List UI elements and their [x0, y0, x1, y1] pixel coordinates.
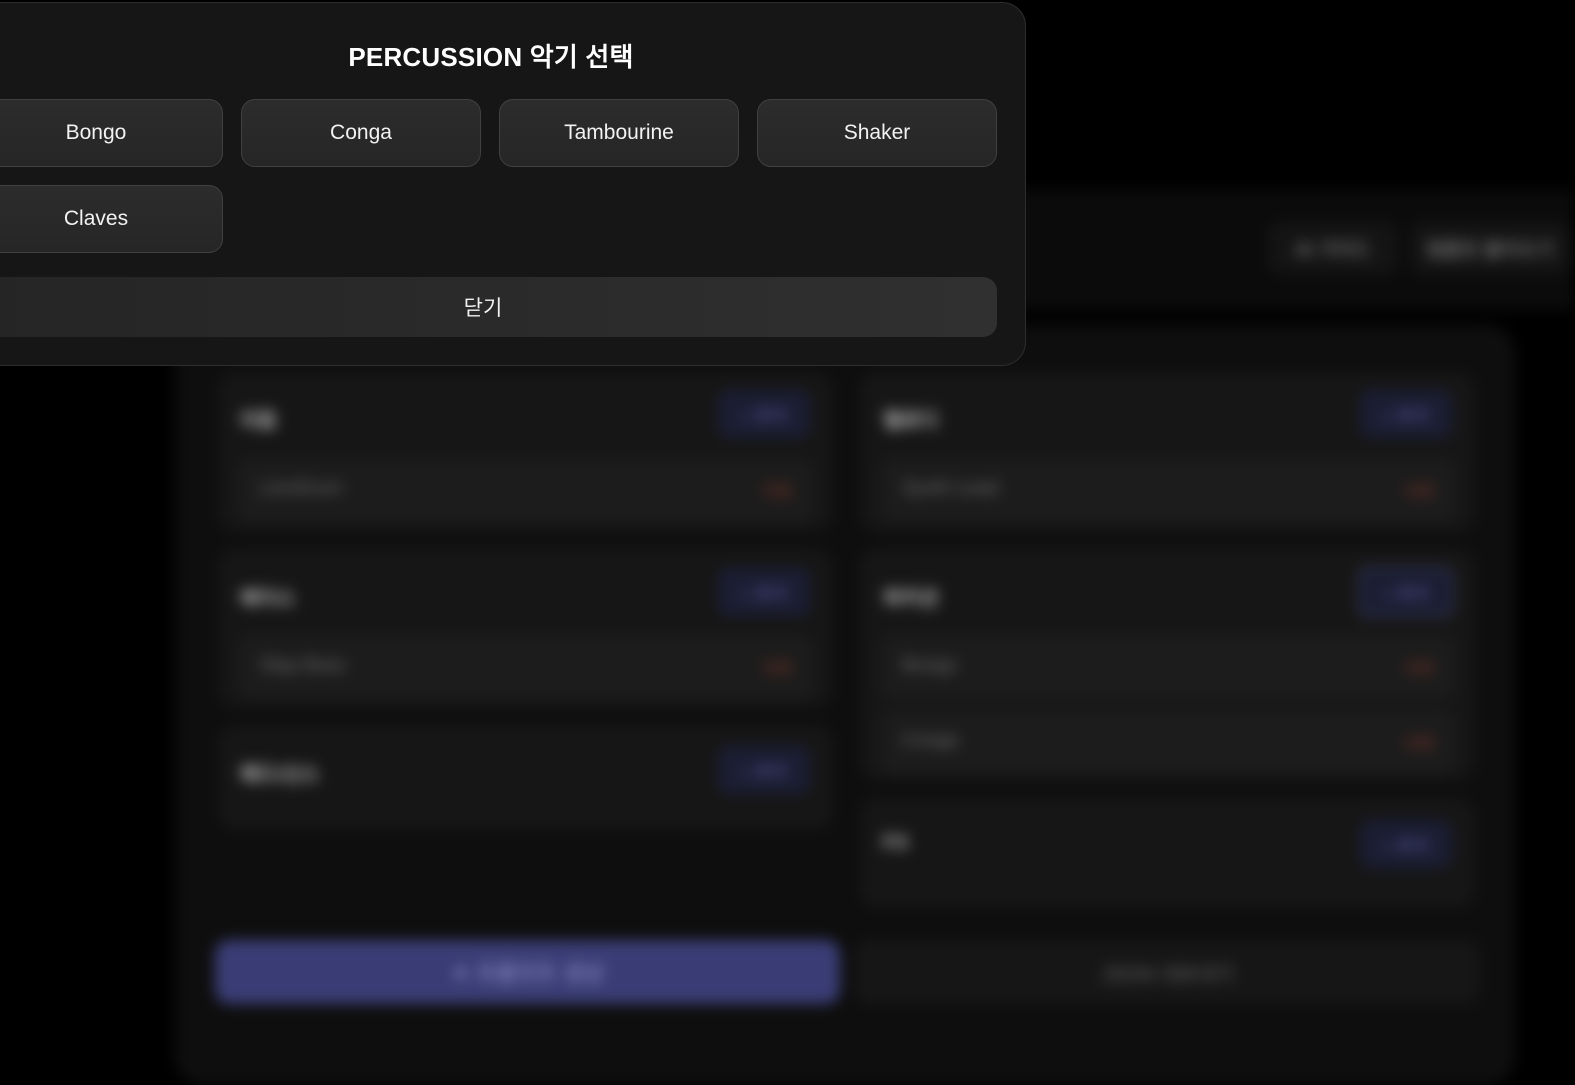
close-button[interactable]: 닫기 [0, 277, 997, 337]
item-name: Slap Bass [260, 655, 346, 676]
delete-button[interactable]: 삭제 [762, 655, 791, 679]
list-item: LinnDrum 삭제 [238, 458, 813, 522]
item-name: LinnDrum [260, 478, 343, 499]
add-button[interactable]: + 추가 [1360, 390, 1452, 438]
delete-button[interactable]: 삭제 [1404, 730, 1433, 754]
list-item: Synth Lead 삭제 [880, 458, 1455, 522]
section-title: 베이스 [240, 588, 296, 610]
generate-prompt-button[interactable]: ✦ 프롬프트 생성 [215, 940, 840, 1004]
list-item: Bongo 삭제 [880, 635, 1455, 699]
section-title: 멜로디 [883, 410, 939, 432]
section-title: 리듬 [240, 410, 277, 432]
add-button[interactable]: + 추가 [718, 746, 810, 794]
delete-button[interactable]: 삭제 [1404, 655, 1433, 679]
modal-title: PERCUSSION 악기 선택 [348, 42, 634, 72]
list-item: Slap Bass 삭제 [238, 635, 813, 699]
add-button[interactable]: + 추가 [718, 568, 810, 616]
item-name: Synth Lead [902, 478, 999, 499]
instrument-option-conga[interactable]: Conga [241, 99, 481, 167]
instrument-option-bongo[interactable]: Bongo [0, 99, 223, 167]
instrument-option-claves[interactable]: Claves [0, 185, 223, 253]
add-button[interactable]: + 추가 [1358, 566, 1454, 618]
section-title: FX [883, 832, 909, 854]
section-title: 패드/신스 [240, 764, 320, 786]
instrument-option-tambourine[interactable]: Tambourine [499, 99, 739, 167]
delete-button[interactable]: 삭제 [762, 478, 791, 502]
load-template-button[interactable]: 템플릿 불러오기 [1410, 222, 1570, 274]
add-button[interactable]: + 추가 [1360, 820, 1452, 868]
item-name: Bongo [902, 655, 957, 676]
export-json-button[interactable]: JSON 내보내기 [855, 940, 1480, 1004]
ai-guide-button[interactable]: AI 가이드 [1268, 222, 1398, 274]
item-name: Conga [902, 730, 958, 751]
instrument-option-shaker[interactable]: Shaker [757, 99, 997, 167]
section-title: 퍼커션 [883, 588, 939, 610]
list-item: Conga 삭제 [880, 710, 1455, 774]
instrument-select-modal: PERCUSSION 악기 선택 Bongo Conga Tambourine … [0, 2, 1026, 366]
delete-button[interactable]: 삭제 [1404, 478, 1433, 502]
add-button[interactable]: + 추가 [718, 390, 810, 438]
